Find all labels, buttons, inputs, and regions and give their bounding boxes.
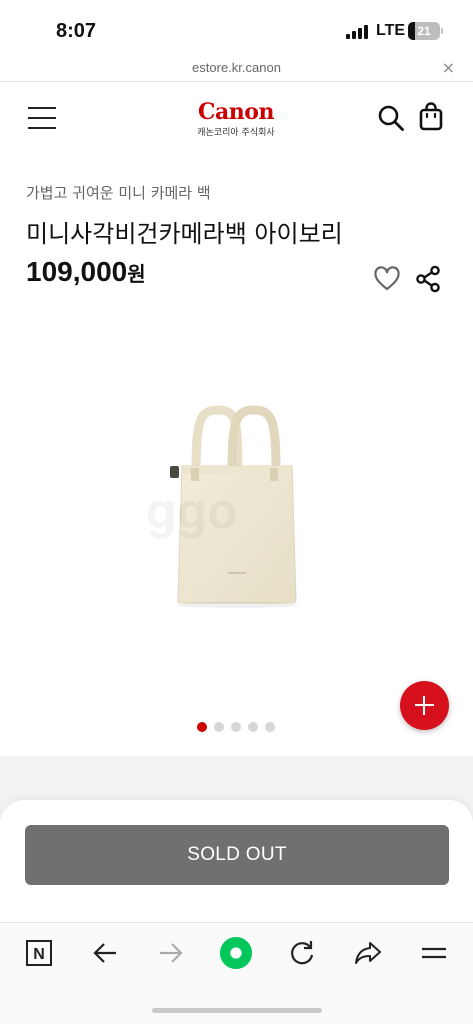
green-dot-icon[interactable] xyxy=(219,936,253,970)
status-time: 8:07 xyxy=(56,20,97,42)
n-letter: N xyxy=(33,946,45,963)
search-icon[interactable] xyxy=(377,104,405,132)
menu-icon[interactable] xyxy=(417,936,451,970)
back-arrow-svg xyxy=(93,943,116,963)
add-plus-button[interactable] xyxy=(400,681,449,730)
n-icon[interactable]: N xyxy=(22,936,56,970)
price-unit: 원 xyxy=(127,262,146,286)
carousel-dot[interactable] xyxy=(197,722,207,732)
share-arrow-icon[interactable] xyxy=(351,936,385,970)
home-indicator[interactable] xyxy=(152,1008,322,1013)
back-arrow-icon[interactable] xyxy=(88,936,122,970)
product-image[interactable]: ggo xyxy=(0,310,473,710)
battery-tip xyxy=(441,28,443,34)
network-label: LTE xyxy=(376,22,406,39)
n-box-icon: N xyxy=(26,940,52,966)
product-subtitle: 가볍고 귀여운 미니 카메라 백 xyxy=(26,184,211,202)
shopping-bag-icon[interactable] xyxy=(418,102,444,132)
signal-icon xyxy=(346,25,368,39)
hamburger-menu-icon[interactable] xyxy=(28,107,58,129)
logo-sub: 캐논코리아 주식회사 xyxy=(197,128,275,138)
carousel-dot[interactable] xyxy=(231,722,241,732)
close-icon[interactable]: × xyxy=(442,58,455,77)
status-bar: 8:07 LTE 21 xyxy=(0,0,473,56)
url-text[interactable]: estore.kr.canon xyxy=(0,60,473,75)
logo-brand: Canon xyxy=(198,99,274,125)
watermark-text: ggo xyxy=(146,482,238,540)
product-title: 미니사각비건카메라백 아이보리 xyxy=(26,220,343,248)
forward-arrow-icon[interactable] xyxy=(154,936,188,970)
green-dot-svg xyxy=(219,936,253,970)
menu-svg xyxy=(422,947,446,959)
site-header: Canon 캐논코리아 주식회사 xyxy=(0,82,473,152)
sold-out-button[interactable]: SOLD OUT xyxy=(25,825,449,885)
url-bar[interactable]: estore.kr.canon × xyxy=(0,56,473,82)
share-icon[interactable] xyxy=(414,264,442,294)
battery-level xyxy=(408,22,415,40)
heart-icon[interactable] xyxy=(373,266,401,292)
battery-icon: 21 xyxy=(408,22,440,40)
carousel-dot[interactable] xyxy=(248,722,258,732)
forward-arrow-svg xyxy=(160,943,183,963)
browser-toolbar: N xyxy=(0,922,473,1024)
refresh-icon[interactable] xyxy=(285,936,319,970)
carousel-dot[interactable] xyxy=(214,722,224,732)
page: 8:07 LTE 21 estore.kr.canon × Canon 캐논코리… xyxy=(0,0,473,1024)
price-value: 109,000 xyxy=(26,256,128,287)
refresh-svg xyxy=(291,941,314,965)
canon-logo[interactable]: Canon 캐논코리아 주식회사 xyxy=(186,100,286,138)
carousel-dots[interactable] xyxy=(197,722,275,732)
product-price: 109,000원 xyxy=(26,256,146,288)
battery-percent: 21 xyxy=(417,24,431,38)
purchase-sheet: SOLD OUT xyxy=(0,800,473,924)
carousel-dot[interactable] xyxy=(265,722,275,732)
share-arrow-svg xyxy=(355,942,381,964)
